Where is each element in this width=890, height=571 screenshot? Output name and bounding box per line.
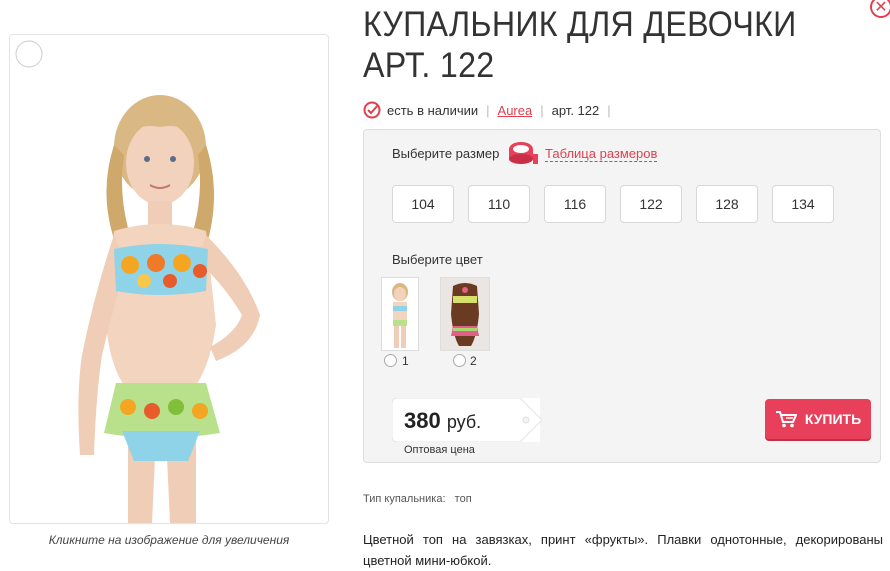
- type-label: Тип купальника:: [363, 493, 446, 505]
- availability-status: есть в наличии: [387, 102, 479, 118]
- size-option[interactable]: 104: [392, 185, 454, 223]
- article-number: арт. 122: [551, 102, 600, 118]
- size-option[interactable]: 110: [468, 185, 530, 223]
- buy-button[interactable]: КУПИТЬ: [765, 399, 871, 439]
- separator: |: [540, 102, 544, 118]
- size-option[interactable]: 116: [544, 185, 606, 223]
- color-label: Выберите цвет: [392, 252, 483, 267]
- product-meta: есть в наличии | Aurea | арт. 122 |: [363, 101, 619, 119]
- price-tag: 380 руб.: [392, 398, 542, 442]
- color-number: 1: [402, 354, 409, 368]
- buy-button-label: КУПИТЬ: [804, 411, 862, 427]
- price-amount: 380: [404, 408, 441, 433]
- brand-link[interactable]: Aurea: [498, 103, 533, 118]
- size-option[interactable]: 128: [696, 185, 758, 223]
- color-option-1[interactable]: 1: [381, 277, 419, 368]
- swimsuit-type: Тип купальника: топ: [363, 493, 472, 505]
- size-chart-link[interactable]: Таблица размеров: [545, 146, 658, 162]
- size-option[interactable]: 134: [772, 185, 834, 223]
- product-description: Цветной топ на завязках, принт «фрукты».…: [363, 532, 883, 568]
- type-value: топ: [454, 493, 472, 505]
- size-option[interactable]: 122: [620, 185, 682, 223]
- price-currency: руб.: [446, 412, 482, 432]
- separator: |: [486, 102, 490, 118]
- color-radio[interactable]: [453, 354, 466, 367]
- purchase-panel: Выберите размер Таблица размеров 104 110…: [363, 129, 881, 463]
- size-options: 104 110 116 122 128 134: [392, 185, 848, 223]
- wholesale-note: Оптовая цена: [404, 444, 475, 456]
- cart-icon: [775, 411, 797, 428]
- color-radio[interactable]: [384, 354, 397, 367]
- close-icon[interactable]: ✕: [870, 0, 890, 18]
- separator: |: [607, 102, 611, 118]
- product-image[interactable]: [9, 34, 329, 524]
- color-thumbnail: [440, 277, 490, 351]
- measuring-tape-icon[interactable]: [508, 140, 538, 166]
- color-number: 2: [470, 354, 477, 368]
- check-circle-icon: [363, 101, 381, 119]
- product-photo: [78, 95, 260, 523]
- color-option-2[interactable]: 2: [440, 277, 490, 368]
- zoom-icon[interactable]: [10, 35, 58, 83]
- image-caption: Кликните на изображение для увеличения: [48, 533, 290, 547]
- price: 380 руб.: [404, 408, 481, 434]
- page-title: КУПАЛЬНИК ДЛЯ ДЕВОЧКИ АРТ. 122: [363, 5, 797, 85]
- color-thumbnail: [381, 277, 419, 351]
- size-label: Выберите размер: [392, 146, 500, 161]
